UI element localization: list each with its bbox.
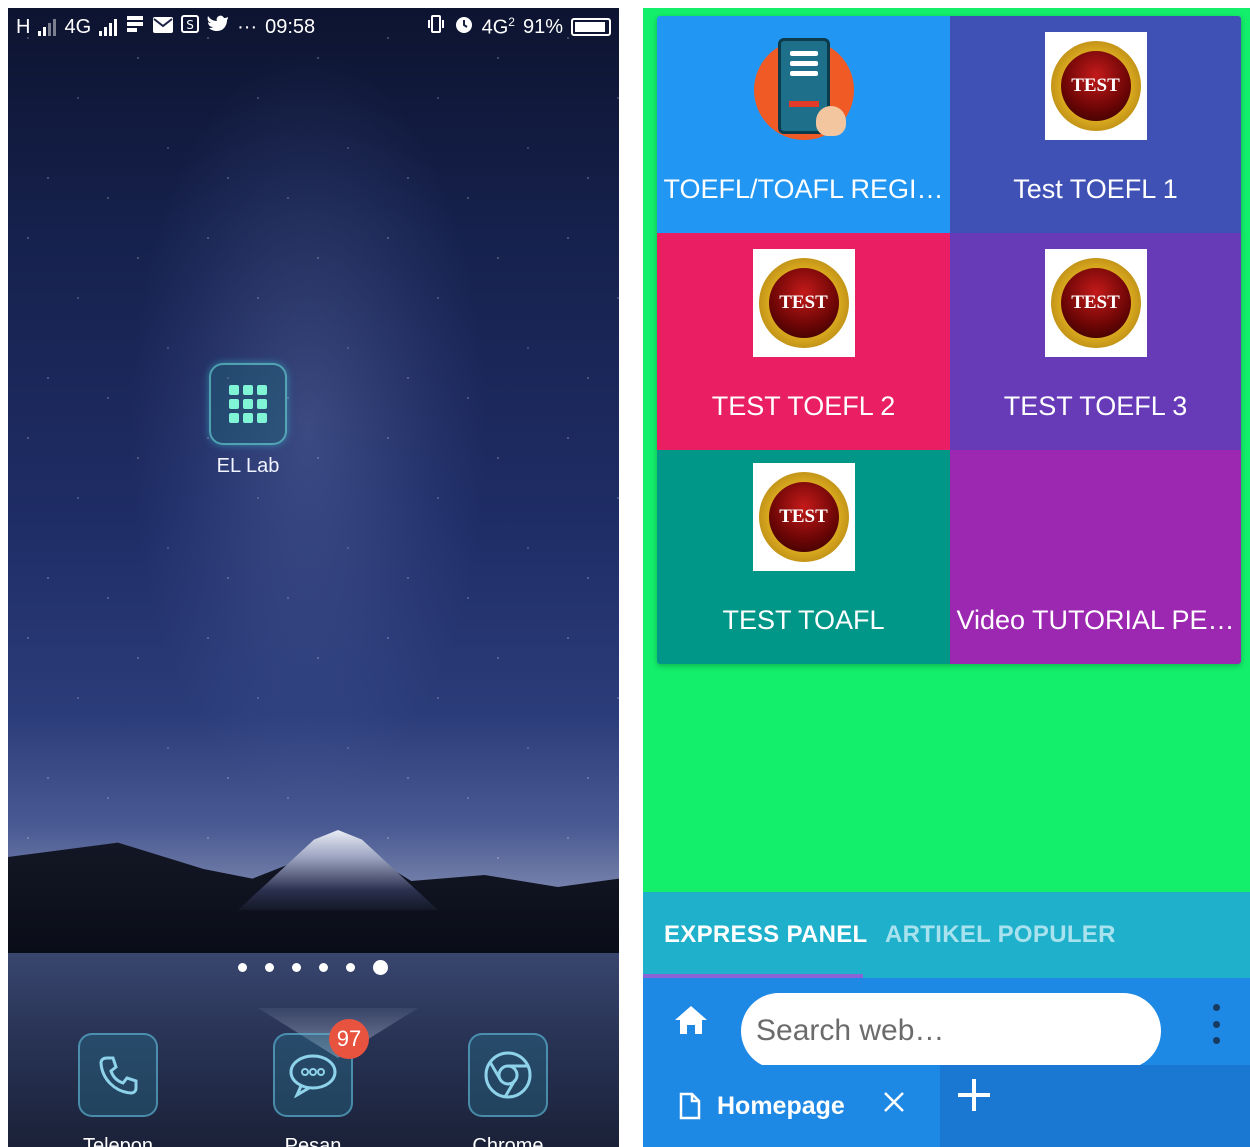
home-button[interactable]: [671, 1000, 711, 1040]
search-input[interactable]: [756, 1014, 1146, 1048]
page-dot: [346, 963, 355, 972]
s-app-icon: S: [181, 15, 200, 39]
search-box[interactable]: [741, 993, 1161, 1069]
app-label: EL Lab: [216, 455, 280, 477]
test-medal-image: TEST: [1044, 249, 1147, 357]
test-medal-image: TEST: [752, 249, 855, 357]
tile-test-toefl-3[interactable]: TEST TEST TOEFL 3: [950, 233, 1241, 450]
menu-dot: [1212, 1037, 1220, 1044]
close-icon: [884, 1092, 904, 1112]
tile-video-tutorial[interactable]: Video TUTORIAL PE…: [950, 450, 1241, 664]
more-notifications: ···: [237, 15, 258, 38]
tile-test-toefl-2[interactable]: TEST TEST TOEFL 2: [657, 233, 950, 450]
tile-label: TEST TOEFL 3: [1003, 391, 1188, 421]
page-icon: [679, 1092, 701, 1120]
tile-label: Test TOEFL 1: [1013, 174, 1178, 204]
home-icon: [675, 1006, 707, 1034]
browser-tab-title: Homepage: [717, 1091, 845, 1120]
new-tab-button[interactable]: [940, 1065, 1250, 1147]
page-dot: [319, 963, 328, 972]
page-dot: [238, 963, 247, 972]
tile-label: TOEFL/TOAFL REGI…: [663, 174, 944, 204]
tile-label: TEST TOEFL 2: [711, 391, 896, 421]
section-tabbar: EXPRESS PANEL ARTIKEL POPULER: [643, 892, 1250, 978]
clock: 09:58: [265, 15, 316, 38]
status-bar: H 4G S ··· 09:58 4G2 91%: [8, 8, 619, 46]
data-saver-icon: [125, 14, 145, 40]
tile-label: Video TUTORIAL PE…: [956, 605, 1235, 635]
chrome-icon: [468, 1033, 548, 1117]
test-medal-image: TEST: [752, 463, 855, 571]
tab-express-panel[interactable]: EXPRESS PANEL: [664, 892, 868, 978]
network-type-4g: 4G: [64, 15, 92, 38]
menu-dot: [1212, 1020, 1220, 1028]
dock-app-telepon[interactable]: Telepon: [58, 1033, 178, 1147]
svg-text:S: S: [186, 18, 194, 32]
grid-app-icon: [209, 363, 287, 445]
tile-toefl-register[interactable]: TOEFL/TOAFL REGI…: [657, 16, 950, 233]
tile-label: TEST TOAFL: [722, 605, 885, 635]
mail-icon: [153, 16, 174, 39]
phone-icon: [78, 1033, 158, 1117]
twitter-icon: [207, 15, 229, 39]
page-dot: [292, 963, 301, 972]
vibrate-icon: [426, 14, 446, 40]
milky-way: [128, 48, 488, 808]
tab-artikel-populer[interactable]: ARTIKEL POPULER: [885, 892, 1116, 978]
alarm-icon: [454, 14, 474, 40]
menu-dot: [1212, 1004, 1220, 1011]
browser-toolbar: [643, 978, 1250, 1069]
page-indicator: [238, 960, 388, 975]
express-panel-grid: TOEFL/TOAFL REGI… TEST Test TOEFL 1 TEST…: [657, 16, 1241, 664]
app-screen: TOEFL/TOAFL REGI… TEST Test TOEFL 1 TEST…: [643, 8, 1250, 1147]
dock-app-pesan[interactable]: 97 Pesan: [253, 1019, 373, 1147]
dock-app-chrome[interactable]: Chrome: [448, 1033, 568, 1147]
plus-icon: [958, 1079, 990, 1111]
register-tablet-image: [752, 32, 856, 140]
network-type-4g-2: 4G2: [481, 14, 515, 39]
signal-icon: [99, 18, 118, 36]
close-tab-button[interactable]: [879, 1087, 909, 1117]
page-dot-active: [373, 960, 388, 975]
tile-test-toafl[interactable]: TEST TEST TOAFL: [657, 450, 950, 664]
page-dot: [265, 963, 274, 972]
network-type-h: H: [16, 15, 31, 38]
test-medal-image: TEST: [1044, 32, 1147, 140]
battery-percent: 91%: [522, 15, 563, 38]
home-screen: H 4G S ··· 09:58 4G2 91% EL Lab Telepon …: [8, 8, 619, 1147]
browser-tab-strip: Homepage: [643, 1065, 1250, 1147]
message-icon: 97: [273, 1019, 369, 1117]
notification-badge: 97: [329, 1019, 369, 1059]
tile-test-toefl-1[interactable]: TEST Test TOEFL 1: [950, 16, 1241, 233]
battery-icon: [571, 18, 611, 36]
overflow-menu-button[interactable]: [1206, 1004, 1226, 1044]
signal-icon: [38, 18, 57, 36]
app-el-lab[interactable]: EL Lab: [198, 363, 298, 478]
